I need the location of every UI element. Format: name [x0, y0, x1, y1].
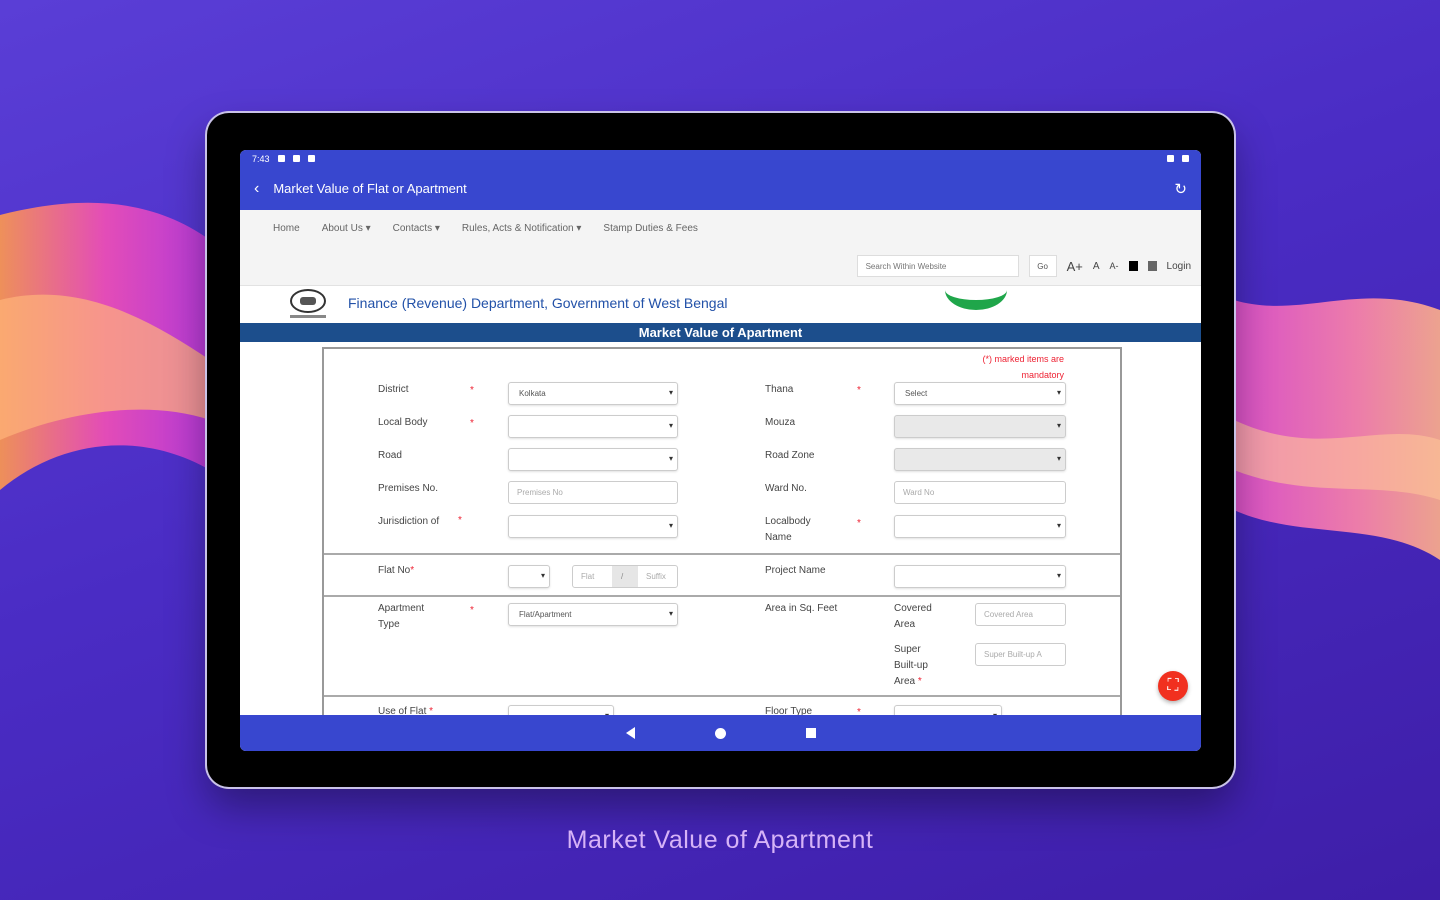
settings-status-icon [277, 155, 285, 162]
apartment-type-label: Apartment Type [378, 603, 425, 630]
nav-links: Home About Us ▾ Contacts ▾ Rules, Acts &… [273, 223, 698, 234]
login-link[interactable]: Login [1167, 261, 1191, 272]
app-bar-title: Market Value of Flat or Apartment [273, 181, 467, 196]
grey-theme-icon[interactable] [1147, 261, 1157, 271]
project-name-label: Project Name [765, 565, 826, 576]
government-emblem-icon [290, 289, 326, 313]
wifi-icon [1167, 155, 1174, 162]
mandatory-note: (*) marked items are mandatory [982, 354, 1064, 380]
nav-rules-acts[interactable]: Rules, Acts & Notification ▾ [462, 223, 582, 234]
battery-saver-icon [307, 155, 315, 162]
local-body-select[interactable] [508, 415, 678, 438]
super-builtup-label: Super Built-up Area * [894, 644, 928, 687]
flat-separator: / [612, 566, 638, 587]
section-divider [324, 595, 1120, 597]
font-increase-button[interactable]: A+ [1067, 259, 1083, 274]
jurisdiction-select[interactable] [508, 515, 678, 538]
thana-select[interactable]: Select [894, 382, 1066, 405]
road-label: Road [378, 450, 402, 461]
required-star: * [470, 605, 474, 616]
section-divider [324, 553, 1120, 555]
promo-caption: Market Value of Apartment [566, 826, 874, 854]
nav-home[interactable]: Home [273, 223, 300, 234]
thana-label: Thana [765, 384, 794, 395]
market-value-form: (*) marked items are mandatory District … [322, 347, 1122, 728]
nav-contacts[interactable]: Contacts ▾ [393, 223, 440, 234]
jurisdiction-label: Jurisdiction of [378, 516, 440, 527]
nav-recents-icon[interactable] [805, 728, 816, 738]
mouza-label: Mouza [765, 417, 796, 428]
ward-label: Ward No. [765, 483, 807, 494]
ward-input[interactable]: Ward No [894, 481, 1066, 504]
dark-theme-icon[interactable] [1128, 261, 1138, 271]
site-header: Finance (Revenue) Department, Government… [240, 286, 1201, 323]
project-name-select[interactable] [894, 565, 1066, 588]
green-logo-icon [945, 270, 1007, 310]
site-tools: Go A+ A A- Login [856, 255, 1191, 277]
font-decrease-button[interactable]: A- [1110, 261, 1119, 271]
site-navbar: Home About Us ▾ Contacts ▾ Rules, Acts &… [240, 210, 1201, 286]
area-label: Area in Sq. Feet [765, 603, 838, 614]
expand-icon: ⛶ [1167, 677, 1179, 694]
covered-area-input[interactable]: Covered Area [975, 603, 1066, 626]
localbody-name-select[interactable] [894, 515, 1066, 538]
covered-area-label: Covered Area [894, 603, 932, 630]
premises-label: Premises No. [378, 483, 439, 494]
required-star: * [458, 515, 462, 526]
app-screen: 7:43 ‹ Market Value of Flat or Apartment… [240, 150, 1201, 751]
road-zone-label: Road Zone [765, 450, 815, 461]
battery-icon [1182, 155, 1189, 162]
road-select[interactable] [508, 448, 678, 471]
status-bar: 7:43 [240, 150, 1201, 167]
flat-block-select[interactable] [508, 565, 550, 588]
apartment-type-select[interactable]: Flat/Apartment [508, 603, 678, 626]
nav-stamp-duties[interactable]: Stamp Duties & Fees [603, 223, 697, 234]
mouza-select[interactable] [894, 415, 1066, 438]
nav-back-icon[interactable] [625, 727, 635, 739]
flat-input[interactable]: Flat [573, 566, 612, 587]
premises-input[interactable]: Premises No [508, 481, 678, 504]
floating-action-button[interactable]: ⛶ [1158, 671, 1188, 701]
required-star: * [857, 385, 861, 396]
localbody-name-label: Localbody Name [765, 516, 811, 543]
font-normal-button[interactable]: A [1093, 261, 1100, 272]
required-star: * [470, 418, 474, 429]
nav-about-us[interactable]: About Us ▾ [322, 223, 371, 234]
page-title: Market Value of Apartment [240, 323, 1201, 342]
status-time: 7:43 [252, 153, 270, 164]
app-bar: ‹ Market Value of Flat or Apartment ↻ [240, 167, 1201, 210]
flat-no-label: Flat No* [378, 565, 415, 576]
department-name: Finance (Revenue) Department, Government… [348, 295, 728, 311]
section-divider [324, 695, 1120, 697]
local-body-label: Local Body [378, 417, 428, 428]
super-builtup-input[interactable]: Super Built-up A [975, 643, 1066, 666]
district-label: District [378, 384, 409, 395]
notification-status-icon [292, 155, 300, 162]
back-arrow-icon[interactable]: ‹ [254, 180, 259, 198]
flat-no-group: Flat / Suffix [572, 565, 678, 588]
required-star: * [857, 518, 861, 529]
nav-home-icon[interactable] [714, 727, 726, 739]
flat-suffix-input[interactable]: Suffix [638, 566, 677, 587]
go-button[interactable]: Go [1028, 255, 1057, 277]
emblem-caption [290, 315, 326, 318]
system-nav-bar [240, 715, 1201, 751]
road-zone-select[interactable] [894, 448, 1066, 471]
required-star: * [470, 385, 474, 396]
refresh-icon[interactable]: ↻ [1174, 180, 1187, 198]
district-select[interactable]: Kolkata [508, 382, 678, 405]
